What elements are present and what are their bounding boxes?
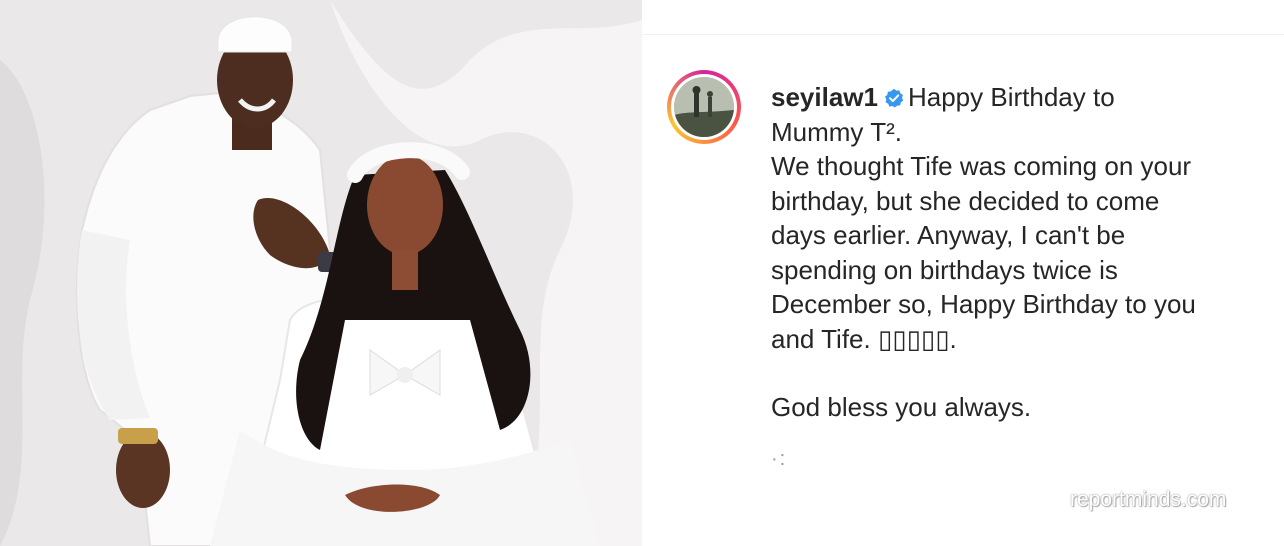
caption-body-line: December so, Happy Birthday to you xyxy=(771,289,1196,319)
watermark: reportminds.com xyxy=(1070,488,1227,511)
avatar-image xyxy=(674,77,734,137)
username-link[interactable]: seyilaw1 xyxy=(771,82,878,112)
caption-greeting: Happy Birthday to xyxy=(907,82,1115,112)
caption-closing: God bless you always. xyxy=(771,392,1032,422)
post-caption: seyilaw1 Happy Birthday to Mummy T². We t… xyxy=(771,80,1241,425)
verified-badge-icon xyxy=(884,82,904,108)
caption-body-line: birthday, but she decided to come xyxy=(771,185,1160,216)
more-indicator: ·: xyxy=(771,448,788,470)
post-photo xyxy=(0,0,642,546)
caption-body-line: spending on birthdays twice is xyxy=(771,254,1118,285)
header-divider xyxy=(642,0,1284,35)
caption-body-line: and Tife. ▯▯▯▯▯. xyxy=(771,323,957,354)
profile-avatar[interactable] xyxy=(667,70,741,144)
couple-photo-illustration xyxy=(0,0,642,546)
caption-first-line: seyilaw1 Happy Birthday to xyxy=(771,80,1241,115)
caption-body-line: We thought Tife was coming on your xyxy=(771,151,1192,181)
caption-body-line: days earlier. Anyway, I can't be xyxy=(771,220,1126,250)
post-caption-panel: seyilaw1 Happy Birthday to Mummy T². We t… xyxy=(642,0,1284,546)
caption-line-2: Mummy T². xyxy=(771,116,902,147)
